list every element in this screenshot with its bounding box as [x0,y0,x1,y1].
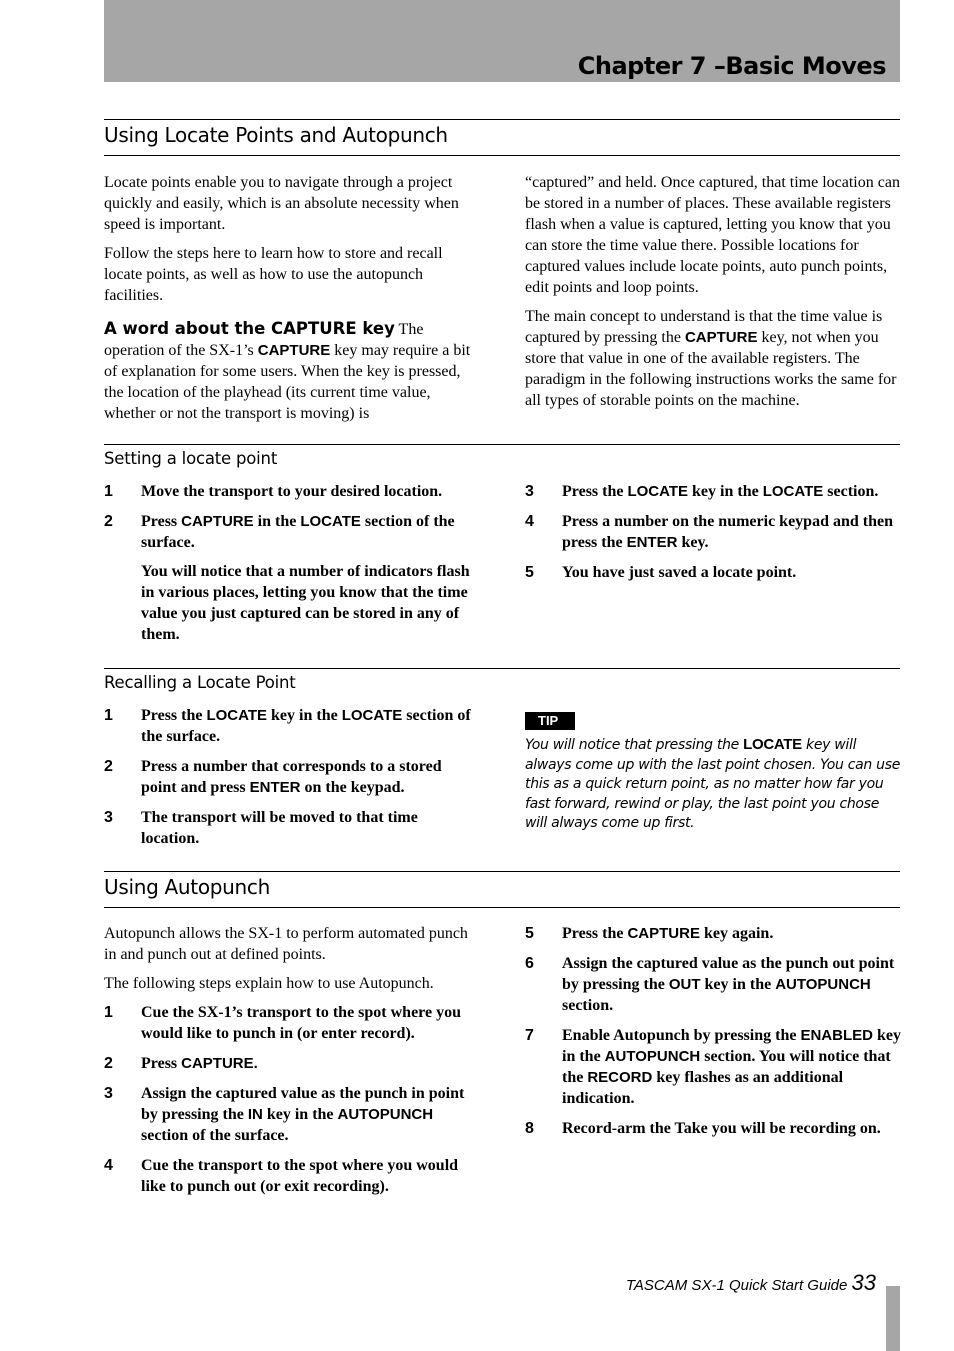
step: 7 Enable Autopunch by pressing the ENABLE… [525,1027,901,1107]
divider [104,119,900,120]
tip-box: TIP You will notice that pressing the LO… [525,710,901,834]
step: 3 The transport will be moved to that tim… [104,809,418,847]
runin-heading: A word about the CAPTURE key [104,319,395,338]
subsection-title: Setting a locate point [104,449,278,468]
step: 3 Assign the captured value as the punch … [104,1085,465,1144]
subsection-title: Recalling a Locate Point [104,673,296,692]
step: 8 Record-arm the Take you will be recordi… [525,1120,881,1137]
tip-text: You will notice that pressing the LOCATE… [525,736,901,831]
section-title: Using Locate Points and Autopunch [104,123,448,147]
paragraph: The main concept to understand is that t… [525,308,897,409]
divider [104,155,900,156]
step: 5 Press the CAPTURE key again. [525,925,774,942]
setting-steps-left: 1 Move the transport to your desired loca… [104,481,480,654]
paragraph: A word about the CAPTURE key The operati… [104,319,471,422]
step: 4 Press a number on the numeric keypad an… [525,513,893,551]
step: 5 You have just saved a locate point. [525,564,797,581]
divider [104,668,900,669]
autopunch-right-column: 5 Press the CAPTURE key again. 6 Assign th… [525,923,901,1148]
chapter-header-band: Chapter 7 –Basic Moves [104,0,900,82]
intro-left-column: Locate points enable you to navigate thr… [104,172,480,432]
page-number: 33 [851,1270,876,1295]
step: 2 Press a number that corresponds to a st… [104,758,442,796]
divider [104,907,900,908]
step: 6 Assign the captured value as the punch … [525,955,895,1014]
divider [104,871,900,872]
step: 2 Press CAPTURE in the LOCATE section of … [104,513,470,643]
side-tab [886,1286,900,1351]
step: 1 Cue the SX-1’s transport to the spot wh… [104,1004,461,1042]
recalling-steps: 1 Press the LOCATE key in the LOCATE sect… [104,705,480,858]
paragraph: “captured” and held. Once captured, that… [525,174,900,296]
step: 3 Press the LOCATE key in the LOCATE sect… [525,483,879,500]
paragraph: Autopunch allows the SX-1 to perform aut… [104,925,468,963]
autopunch-left-column: Autopunch allows the SX-1 to perform aut… [104,923,480,1206]
paragraph: Follow the steps here to learn how to st… [104,245,443,304]
step: 2 Press CAPTURE. [104,1055,258,1072]
section-title: Using Autopunch [104,875,270,899]
tip-badge: TIP [525,712,576,730]
paragraph: The following steps explain how to use A… [104,975,434,992]
step: 1 Press the LOCATE key in the LOCATE sect… [104,707,471,745]
setting-steps-right: 3 Press the LOCATE key in the LOCATE sect… [525,481,901,592]
page-footer: TASCAM SX-1 Quick Start Guide 33 [626,1270,876,1296]
paragraph: Locate points enable you to navigate thr… [104,174,459,233]
step: 4 Cue the transport to the spot where you… [104,1157,459,1195]
guide-title: TASCAM SX-1 Quick Start Guide [625,1277,848,1294]
step: 1 Move the transport to your desired loca… [104,483,443,500]
intro-right-column: “captured” and held. Once captured, that… [525,172,901,419]
divider [104,444,900,445]
chapter-title: Chapter 7 –Basic Moves [577,52,887,80]
